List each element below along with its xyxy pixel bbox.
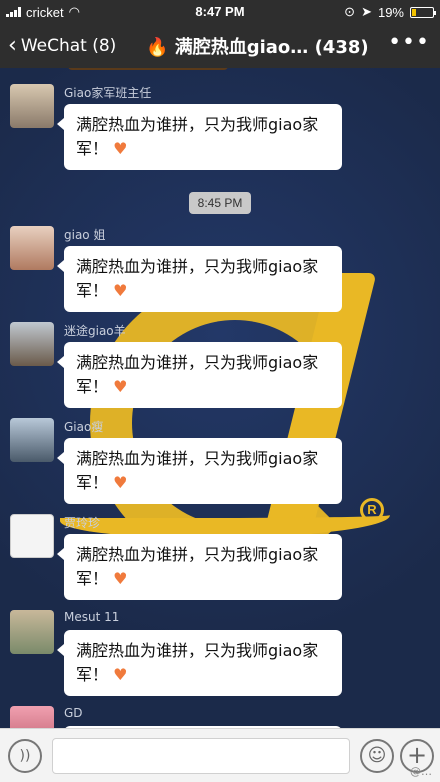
chevron-left-icon: ‹ [8, 33, 17, 58]
battery-percent: 19% [377, 4, 404, 20]
navigation-icon: ➤ [361, 4, 372, 19]
sender-name: Giao瘦 [64, 420, 104, 434]
member-count: (438) [314, 37, 369, 58]
back-button[interactable]: ‹ WeChat (8) [8, 33, 116, 58]
avatar[interactable] [10, 84, 54, 128]
chat-area[interactable]: R Giao家军班主任 满腔热血为谁拼，只为我师giao家军！ ♥ 8:45 P… [0, 68, 440, 728]
voice-icon[interactable]: )) [8, 739, 42, 773]
battery-icon [410, 6, 436, 18]
fire-emoji-icon: 🔥 [146, 37, 169, 58]
location-icon: ⊙ [344, 4, 356, 19]
sender-name: 贾玲珍 [64, 516, 101, 530]
heart-emoji-icon: ♥ [113, 377, 128, 396]
sender-name: giao 姐 [64, 228, 106, 242]
heart-emoji-icon: ♥ [113, 281, 128, 300]
sender-name: Giao家军班主任 [64, 86, 152, 100]
more-options-icon[interactable]: ••• [388, 30, 430, 55]
avatar[interactable] [10, 226, 54, 270]
avatar[interactable] [10, 706, 54, 728]
chat-header: ‹ WeChat (8) 🔥 满腔热血giao… (438) ••• [0, 24, 440, 68]
message-bubble[interactable]: 满腔热血为谁拼，只为我师giao家军！ ♥ [57, 104, 342, 170]
message-bubble[interactable]: 满腔热血为谁拼，只为我师giao家军！ ♥ [57, 246, 342, 312]
heart-emoji-icon: ♥ [113, 665, 128, 684]
chat-title: 🔥 满腔热血giao… (438) [146, 33, 369, 59]
message-input[interactable] [52, 738, 350, 774]
message-bubble[interactable]: 满腔热血为谁拼，只为我师giao家军！ ♥ [57, 438, 342, 504]
sender-name: GD [64, 706, 83, 720]
message-bubble[interactable]: 满腔热血为谁拼，只为我师giao家军！ ♥ [57, 534, 342, 600]
avatar[interactable] [10, 514, 54, 558]
status-bar: cricket ◠ 8:47 PM ⊙ ➤ 19% [0, 0, 440, 24]
sender-name: 迷途giao羊 [64, 324, 126, 338]
partial-image [68, 68, 228, 70]
watermark: @… [410, 765, 432, 778]
group-name: 满腔热血giao… [174, 37, 309, 58]
avatar[interactable] [10, 418, 54, 462]
avatar[interactable] [10, 322, 54, 366]
avatar[interactable] [10, 610, 54, 654]
input-bar: )) ☺ + @… [0, 728, 440, 782]
sender-name: Mesut 11 [64, 610, 120, 624]
heart-emoji-icon: ♥ [113, 139, 128, 158]
message-bubble[interactable]: 满腔热血为谁拼，只为我师giao家军！ ♥ [57, 630, 342, 696]
timestamp-pill: 8:45 PM [189, 192, 251, 214]
background-logo-swoosh [60, 498, 390, 538]
message-bubble[interactable]: 满腔热血为谁拼，只为我师giao家军！ ♥ [57, 342, 342, 408]
emoji-icon[interactable]: ☺ [360, 739, 394, 773]
back-label: WeChat (8) [20, 35, 117, 56]
registered-mark: R [360, 498, 384, 522]
heart-emoji-icon: ♥ [113, 569, 128, 588]
heart-emoji-icon: ♥ [113, 473, 128, 492]
